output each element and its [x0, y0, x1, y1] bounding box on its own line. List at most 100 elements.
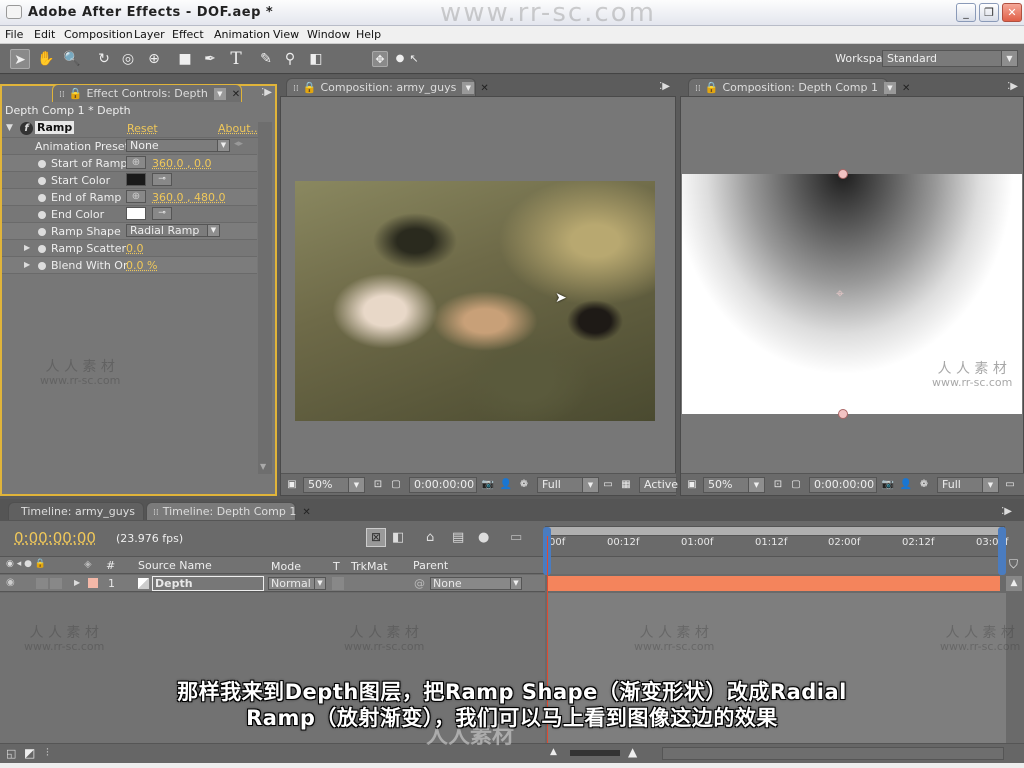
transparency-grid-icon[interactable]: ▦ — [619, 478, 633, 491]
type-tool-icon[interactable]: T — [226, 49, 246, 69]
grid-options-icon[interactable]: ⊡ — [771, 478, 785, 491]
twirl-right-icon[interactable]: ▶ — [24, 243, 30, 252]
motion-blur-icon[interactable]: ● — [478, 530, 489, 545]
blend-mode-select[interactable]: Normal ▼ — [268, 577, 326, 590]
pick-whip-icon[interactable]: @ — [414, 577, 425, 590]
parent-select[interactable]: None ▼ — [430, 577, 522, 590]
tab-timeline-army-guys[interactable]: Timeline: army_guys — [8, 502, 144, 520]
panel-menu-icon[interactable]: ⁚▶ — [996, 81, 1018, 95]
orbit-camera-tool-icon[interactable]: ◎ — [118, 49, 138, 69]
menu-layer[interactable]: Layer — [134, 28, 165, 41]
active-camera-select[interactable]: Active — [639, 477, 678, 493]
menu-file[interactable]: File — [5, 28, 23, 41]
lock-icon[interactable]: 🔒 — [69, 87, 83, 100]
graph-editor-icon[interactable]: ▭ — [510, 530, 522, 545]
comp-flowchart-icon[interactable]: ▲ — [1006, 576, 1022, 591]
horizontal-scrollbar[interactable] — [662, 747, 1004, 760]
stopwatch-icon[interactable] — [38, 211, 46, 219]
work-area-bar[interactable] — [545, 526, 1005, 536]
stopwatch-icon[interactable] — [38, 245, 46, 253]
mask-visibility-icon[interactable]: ▢ — [789, 478, 803, 491]
current-time-field[interactable]: 0:00:00:00 — [409, 477, 477, 493]
minimize-button[interactable]: _ — [956, 3, 976, 22]
end-color-swatch[interactable] — [126, 207, 146, 220]
panel-grip-icon[interactable]: ⁞⁞ — [695, 84, 701, 94]
eraser-tool-icon[interactable]: ◧ — [306, 49, 326, 69]
expand-modes-icon[interactable]: ◩ — [24, 746, 35, 760]
reset-link[interactable]: Reset — [127, 122, 158, 135]
lock-icon[interactable]: 🔒 — [705, 81, 719, 94]
puppet-pin-tool-icon[interactable]: ✥ — [372, 51, 388, 67]
stopwatch-icon[interactable] — [38, 262, 46, 270]
layer-name[interactable]: Depth — [152, 576, 264, 591]
stopwatch-icon[interactable] — [38, 194, 46, 202]
snapshot-icon[interactable]: 📷 — [881, 478, 895, 491]
tab-composition-depth-comp[interactable]: ⁞⁞ 🔒 Composition: Depth Comp 1 ▼ ✕ — [688, 78, 910, 96]
about-link[interactable]: About... — [218, 122, 261, 135]
puppet-starch-tool-icon[interactable]: ↖ — [404, 49, 424, 69]
end-of-ramp-handle[interactable] — [838, 409, 848, 419]
magnification-select[interactable]: 50% ▼ — [303, 477, 365, 493]
tab-timeline-depth-comp[interactable]: ⁞⁞ Timeline: Depth Comp 1 ✕ — [146, 502, 311, 520]
time-ruler[interactable]: 00f 00:12f 01:00f 01:12f 02:00f 02:12f 0… — [545, 536, 1008, 556]
draft-3d-icon[interactable]: ◧ — [392, 530, 404, 545]
menu-window[interactable]: Window — [307, 28, 350, 41]
lock-toggle[interactable] — [50, 578, 62, 589]
comp-button-icon[interactable]: ⛉ — [1009, 557, 1018, 572]
start-of-ramp-handle[interactable] — [838, 169, 848, 179]
pan-behind-tool-icon[interactable]: ⊕ — [144, 49, 164, 69]
show-snapshot-icon[interactable]: 👤 — [499, 478, 513, 491]
hand-tool-icon[interactable]: ✋ — [36, 49, 56, 69]
close-tab-icon[interactable]: ✕ — [902, 83, 910, 94]
scroll-down-icon[interactable]: ▼ — [260, 462, 266, 471]
source-name-header[interactable]: Source Name — [138, 559, 212, 572]
menu-animation[interactable]: Animation — [214, 28, 270, 41]
rotation-tool-icon[interactable]: ↻ — [94, 49, 114, 69]
fx-toggle-icon[interactable]: f — [20, 122, 33, 135]
anchor-point-icon[interactable]: ⌖ — [836, 286, 844, 302]
brush-tool-icon[interactable]: ✎ — [256, 49, 276, 69]
zoom-out-icon[interactable]: ▲ — [550, 747, 557, 757]
expand-layer-switches-icon[interactable]: ◱ — [6, 747, 16, 760]
shy-layers-icon[interactable]: ⌂ — [426, 530, 434, 545]
current-time-display[interactable]: 0:00:00:00 — [14, 529, 96, 547]
preserve-transparency-toggle[interactable] — [332, 577, 344, 590]
ramp-scatter-value[interactable]: 0.0 — [126, 242, 144, 255]
panel-menu-icon[interactable]: ⁚▶ — [648, 81, 670, 95]
zoom-in-icon[interactable]: ▲ — [628, 745, 637, 759]
effect-scrollbar[interactable] — [258, 122, 272, 474]
panel-menu-icon[interactable]: ⁚▶ — [990, 506, 1012, 520]
menu-edit[interactable]: Edit — [34, 28, 55, 41]
magnification-select[interactable]: 50% ▼ — [703, 477, 765, 493]
eyedropper-icon[interactable]: ⊸ — [152, 207, 172, 220]
region-of-interest-icon[interactable]: ▭ — [601, 478, 615, 491]
expand-in-out-icon[interactable]: ⫶ — [46, 746, 49, 760]
start-of-ramp-value[interactable]: 360.0 , 0.0 — [152, 157, 211, 170]
menu-help[interactable]: Help — [356, 28, 381, 41]
close-button[interactable]: ✕ — [1002, 3, 1022, 22]
lock-icon[interactable]: 🔒 — [303, 81, 317, 94]
close-tab-icon[interactable]: ✕ — [480, 83, 488, 94]
twirl-right-icon[interactable]: ▶ — [24, 260, 30, 269]
eyedropper-icon[interactable]: ⊸ — [152, 173, 172, 186]
crosshair-icon[interactable]: ⊕ — [126, 156, 146, 169]
restore-button[interactable]: ❐ — [979, 3, 999, 22]
twirl-down-icon[interactable]: ▼ — [6, 123, 13, 133]
crosshair-icon[interactable]: ⊕ — [126, 190, 146, 203]
presets-select[interactable]: None ▼ — [126, 139, 230, 152]
tab-effect-controls[interactable]: ⁞⁞ 🔒 Effect Controls: Depth ▼ ✕ — [52, 84, 242, 102]
stopwatch-icon[interactable] — [38, 160, 46, 168]
layer-label-color[interactable] — [88, 578, 98, 588]
always-preview-icon[interactable]: ▣ — [285, 478, 299, 491]
resolution-select[interactable]: Full ▼ — [937, 477, 999, 493]
chevron-down-icon[interactable]: ▼ — [883, 82, 896, 94]
end-of-ramp-value[interactable]: 360.0 , 480.0 — [152, 191, 225, 204]
snapshot-icon[interactable]: 📷 — [481, 478, 495, 491]
current-time-field[interactable]: 0:00:00:00 — [809, 477, 877, 493]
clone-stamp-tool-icon[interactable]: ⚲ — [280, 49, 300, 69]
pen-tool-icon[interactable]: ✒ — [200, 49, 220, 69]
timeline-nav-bar[interactable] — [545, 556, 1005, 574]
solo-toggle[interactable] — [36, 578, 48, 589]
tab-composition-army-guys[interactable]: ⁞⁞ 🔒 Composition: army_guys ▼ ✕ — [286, 78, 489, 96]
chevron-down-icon[interactable]: ▼ — [213, 88, 226, 100]
